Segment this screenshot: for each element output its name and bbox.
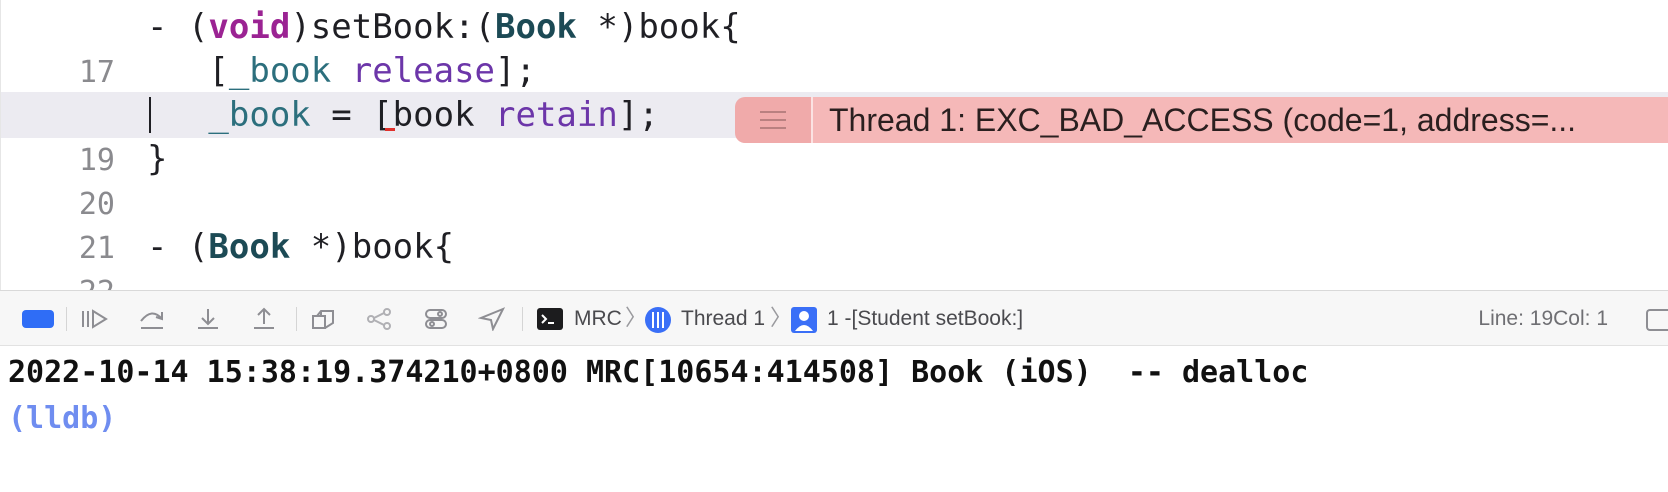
stack-frame-icon: [790, 306, 818, 334]
step-into-icon[interactable]: [194, 307, 222, 331]
line-number: 22: [53, 270, 115, 290]
code-token-ivar: _book: [228, 51, 332, 91]
code-token-plain: }: [147, 139, 168, 179]
issue-menu-button[interactable]: [735, 97, 813, 143]
line-indicator: Line: 19: [1478, 307, 1554, 330]
breadcrumb-frame[interactable]: 1 -[Student setBook:]: [827, 291, 1023, 347]
memory-graph-icon[interactable]: [366, 307, 394, 331]
code-token-ivar: _book: [208, 95, 311, 135]
step-out-icon[interactable]: [250, 307, 278, 331]
code-line-22[interactable]: 22 - (Book *)book{: [1, 224, 1668, 290]
environment-overrides-icon[interactable]: [422, 307, 450, 331]
cursor-position: Line: 19 Col: 1: [1478, 291, 1608, 347]
code-line-17[interactable]: 17 - (void)setBook:(Book *)book{: [1, 4, 1668, 90]
code-token-plain: *)book{: [290, 227, 455, 267]
chevron-right-icon: 〉: [770, 306, 793, 331]
code-text: _book = [book retain];: [147, 92, 659, 138]
continue-icon[interactable]: [80, 307, 108, 331]
toolbar-divider: [296, 307, 297, 331]
error-marker: [385, 128, 395, 131]
breadcrumb-target[interactable]: MRC: [574, 291, 622, 347]
console-log-line: 2022-10-14 15:38:19.374210+0800 MRC[1065…: [8, 355, 1309, 390]
code-token-plain: [: [147, 51, 229, 91]
col-indicator: Col: 1: [1553, 307, 1608, 330]
step-over-icon[interactable]: [138, 307, 166, 331]
code-text: - (Book *)book{: [147, 224, 454, 270]
code-line-21[interactable]: 21: [1, 180, 1668, 266]
code-token-plain: ];: [495, 51, 536, 91]
code-token-method: release: [351, 51, 496, 91]
code-token-method: retain: [495, 95, 618, 135]
toolbar-divider: [66, 307, 67, 331]
code-line-18[interactable]: 18 [_book release];: [1, 48, 1668, 134]
code-token-plain: - (: [147, 7, 209, 47]
lldb-prompt[interactable]: (lldb): [8, 396, 1668, 442]
runtime-error-banner[interactable]: Thread 1: EXC_BAD_ACCESS (code=1, addres…: [735, 97, 1668, 143]
code-token-kw: void: [208, 7, 291, 47]
panel-toggle-icon[interactable]: [1646, 309, 1668, 331]
code-token-plain: - (: [147, 227, 209, 267]
location-icon[interactable]: [478, 307, 506, 331]
code-token-plain: )setBook:(: [290, 7, 496, 47]
code-token-plain: *)book{: [576, 7, 741, 47]
code-text: [_book release];: [147, 48, 536, 94]
source-editor[interactable]: 17 - (void)setBook:(Book *)book{ 18 [_bo…: [0, 0, 1668, 290]
error-message: Thread 1: EXC_BAD_ACCESS (code=1, addres…: [813, 97, 1668, 143]
debug-console[interactable]: 2022-10-14 15:38:19.374210+0800 MRC[1065…: [0, 346, 1668, 492]
thread-icon: [644, 306, 672, 334]
lines-icon: [760, 119, 786, 121]
debug-toolbar: MRC 〉 Thread 1 〉 1 -[Student setBook:] L…: [0, 290, 1668, 346]
code-text: }: [147, 136, 167, 182]
code-token-plain: ];: [617, 95, 659, 135]
view-hierarchy-icon[interactable]: [310, 307, 338, 331]
breakpoints-toggle-icon[interactable]: [22, 310, 54, 328]
code-token-plain: = [book: [310, 95, 496, 135]
code-token-type: Book: [495, 7, 577, 47]
code-token-type: Book: [208, 227, 291, 267]
terminal-icon: [536, 307, 564, 331]
toolbar-divider: [522, 307, 523, 331]
code-text: - (void)setBook:(Book *)book{: [147, 4, 741, 50]
breadcrumb-thread[interactable]: Thread 1: [681, 291, 765, 347]
